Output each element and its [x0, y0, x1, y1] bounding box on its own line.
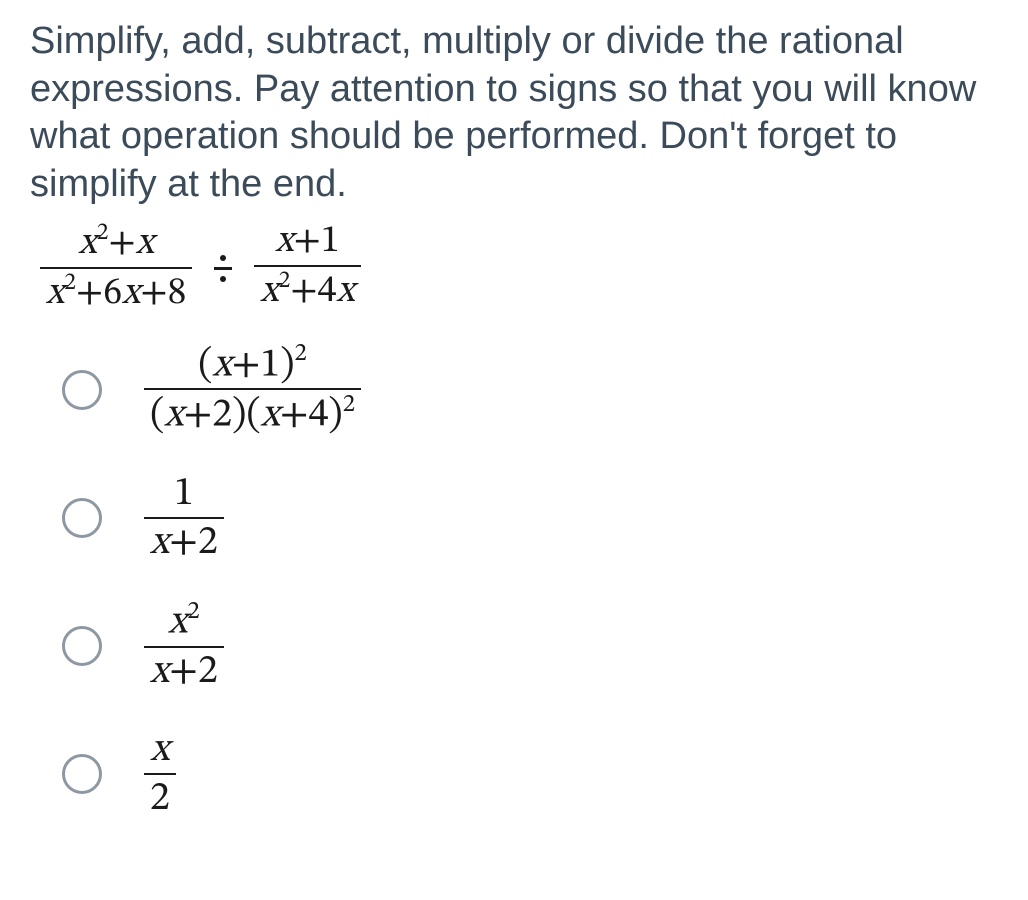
choice-expression: (x+1)2 (x+2)(x+4)2: [144, 343, 361, 437]
var-x: x: [164, 396, 183, 436]
answer-choice[interactable]: x2 x+2: [62, 600, 998, 693]
var-x: x: [150, 652, 169, 692]
division-operator-icon: [210, 255, 236, 282]
var-x: x: [168, 603, 187, 643]
var-x: x: [78, 225, 96, 263]
choice-expression: x2 x+2: [144, 600, 224, 693]
var-x: x: [275, 223, 293, 261]
var-x: x: [46, 275, 64, 313]
var-x: x: [122, 275, 140, 313]
var-x: x: [261, 396, 280, 436]
var-x: x: [150, 730, 169, 770]
radio-icon[interactable]: [62, 754, 102, 794]
choice-expression: x 2: [144, 729, 176, 820]
var-x: x: [212, 345, 231, 385]
question-container: Simplify, add, subtract, multiply or div…: [0, 0, 1028, 850]
answer-choice[interactable]: x 2: [62, 729, 998, 820]
radio-icon[interactable]: [62, 370, 102, 410]
question-prompt: Simplify, add, subtract, multiply or div…: [30, 18, 998, 208]
choice-expression: 1 x+2: [144, 473, 224, 564]
var-x: x: [150, 523, 169, 563]
var-x: x: [336, 273, 354, 311]
var-x: x: [136, 225, 154, 263]
radio-icon[interactable]: [62, 498, 102, 538]
answer-choice-list: (x+1)2 (x+2)(x+4)2 1 x+2 x2 x+2: [62, 343, 998, 820]
left-fraction: x2+x x2+6x+8: [40, 222, 192, 315]
problem-expression: x2+x x2+6x+8 x+1 x2+4x: [40, 222, 998, 315]
radio-icon[interactable]: [62, 626, 102, 666]
var-x: x: [260, 273, 278, 311]
answer-choice[interactable]: (x+1)2 (x+2)(x+4)2: [62, 343, 998, 437]
answer-choice[interactable]: 1 x+2: [62, 473, 998, 564]
right-fraction: x+1 x2+4x: [254, 223, 360, 313]
